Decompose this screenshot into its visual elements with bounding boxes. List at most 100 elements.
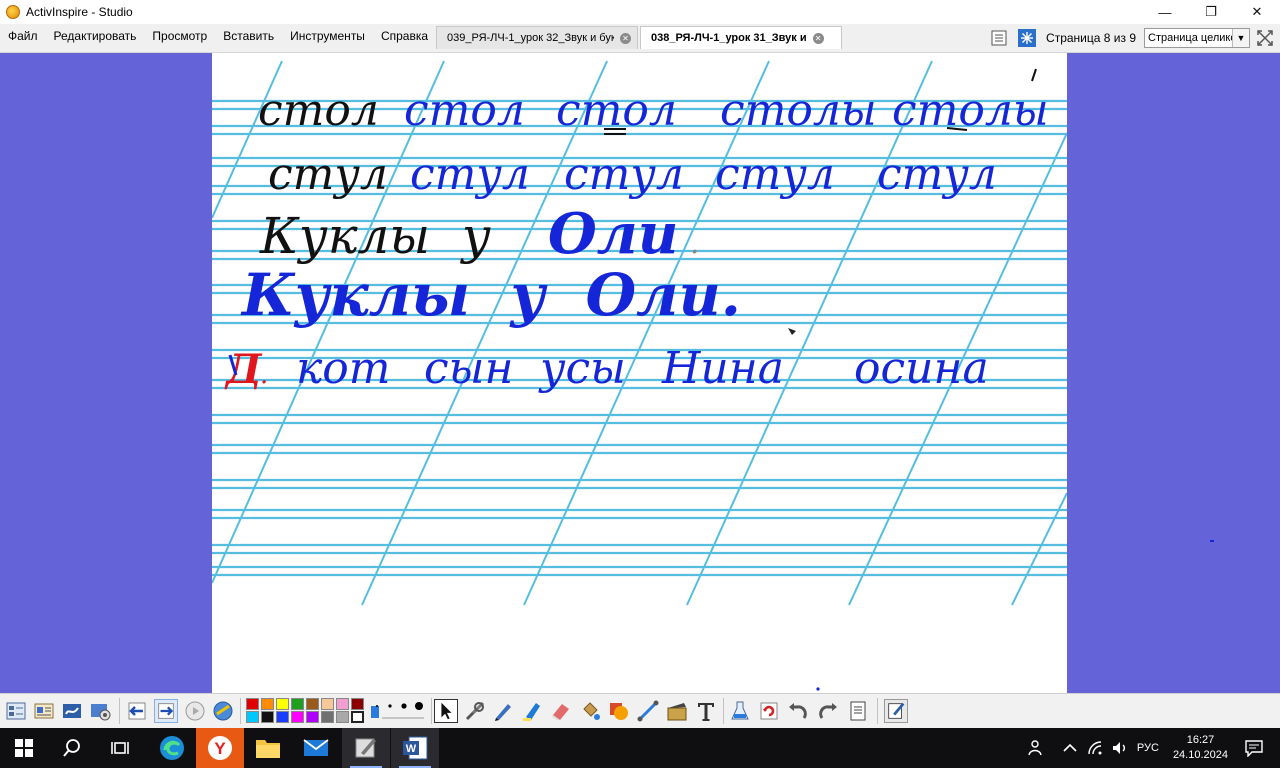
- word-icon: W: [403, 736, 428, 760]
- menu-insert[interactable]: Вставить: [215, 24, 282, 48]
- clip-icon[interactable]: [665, 699, 689, 723]
- main-menu-icon[interactable]: [32, 699, 56, 723]
- start-button[interactable]: [0, 728, 48, 768]
- handwriting-word: осина: [854, 343, 989, 394]
- select-icon[interactable]: [434, 699, 458, 723]
- taskbar-word[interactable]: W: [391, 728, 439, 768]
- ink-dash: [1210, 540, 1214, 542]
- dual-user-icon[interactable]: [1018, 29, 1037, 47]
- chevron-up-icon[interactable]: [1063, 743, 1077, 753]
- menu-file[interactable]: Файл: [0, 24, 46, 48]
- color-swatch[interactable]: [336, 711, 349, 723]
- connector-icon[interactable]: [636, 699, 660, 723]
- eraser-icon[interactable]: [549, 699, 573, 723]
- task-view-icon: [111, 742, 129, 754]
- extra-icon[interactable]: [884, 699, 908, 723]
- dictation-marker-dot: .: [260, 360, 268, 390]
- wifi-icon[interactable]: [1087, 740, 1103, 756]
- tab-flipchart-039[interactable]: 039_РЯ-ЛЧ-1_урок 32_Звук и бук ✕: [436, 26, 638, 49]
- minimize-button[interactable]: —: [1142, 0, 1188, 24]
- pen-icon[interactable]: [491, 699, 515, 723]
- reset-icon[interactable]: [757, 699, 781, 723]
- menu-view[interactable]: Просмотр: [144, 24, 215, 48]
- page-notes-icon[interactable]: [990, 29, 1008, 47]
- menu-edit[interactable]: Редактировать: [46, 24, 145, 48]
- handwriting-word: Оли: [548, 201, 678, 267]
- shape-icon[interactable]: [607, 699, 631, 723]
- fill-icon[interactable]: [578, 699, 602, 723]
- tool-settings-icon[interactable]: [88, 699, 112, 723]
- close-tab-icon[interactable]: ✕: [620, 32, 631, 44]
- handwriting-word: стул: [715, 149, 835, 200]
- color-swatch[interactable]: [306, 698, 319, 710]
- taskbar-yandex[interactable]: Y: [196, 728, 244, 768]
- highlighter-icon[interactable]: [520, 699, 544, 723]
- menu-help[interactable]: Справка: [373, 24, 436, 48]
- taskbar-activinspire[interactable]: [342, 728, 390, 768]
- clock[interactable]: 16:27 24.10.2024: [1173, 733, 1228, 763]
- chevron-down-icon[interactable]: ▼: [1232, 29, 1249, 47]
- desktop-annotate-icon[interactable]: [211, 699, 235, 723]
- taskbar-mail[interactable]: [292, 728, 340, 768]
- fullscreen-icon[interactable]: [1256, 29, 1274, 47]
- redo-icon[interactable]: [816, 699, 840, 723]
- task-view-button[interactable]: [96, 728, 144, 768]
- notifications-icon[interactable]: [1244, 739, 1264, 757]
- page-indicator: Страница 8 из 9: [1046, 31, 1136, 45]
- resources-icon[interactable]: [463, 699, 487, 723]
- color-swatch[interactable]: [246, 698, 259, 710]
- color-swatch[interactable]: [321, 698, 334, 710]
- search-icon: [63, 739, 80, 757]
- color-swatch[interactable]: [291, 698, 304, 710]
- pen-width-picker[interactable]: [372, 699, 428, 723]
- ruled-paper: стол стол стол столы столы стул стул сту…: [212, 60, 1067, 691]
- tab-label: 038_РЯ-ЛЧ-1_урок 31_Звук и: [651, 32, 807, 44]
- flipchart-page[interactable]: стол стол стол столы столы стул стул сту…: [212, 53, 1067, 693]
- undo-icon[interactable]: [786, 699, 810, 723]
- ink-dot: [816, 687, 820, 691]
- color-swatch[interactable]: [276, 711, 289, 723]
- system-tray: РУС 16:27 24.10.2024: [1027, 728, 1280, 768]
- yandex-browser-icon: Y: [208, 736, 232, 760]
- close-button[interactable]: ✕: [1234, 0, 1280, 24]
- handwriting-word: сын: [424, 343, 513, 394]
- clock-date: 24.10.2024: [1172, 749, 1228, 761]
- handwriting-word: стул: [268, 149, 388, 200]
- clear-icon[interactable]: [728, 699, 752, 723]
- zoom-select[interactable]: Страница целиком ▼: [1144, 28, 1250, 48]
- windows-logo-icon: [15, 739, 33, 757]
- color-swatch[interactable]: [261, 698, 274, 710]
- color-swatch[interactable]: [321, 711, 334, 723]
- menu-tools[interactable]: Инструменты: [282, 24, 373, 48]
- language-indicator[interactable]: РУС: [1137, 742, 1159, 754]
- volume-icon[interactable]: [1111, 740, 1129, 756]
- color-swatch[interactable]: [291, 711, 304, 723]
- handwriting-word: усы: [538, 343, 626, 394]
- activinspire-icon: [355, 738, 376, 758]
- tab-flipchart-038[interactable]: 038_РЯ-ЛЧ-1_урок 31_Звук и ✕: [640, 26, 842, 49]
- color-swatch[interactable]: [351, 698, 364, 710]
- color-swatch[interactable]: [306, 711, 319, 723]
- color-swatch[interactable]: [261, 711, 274, 723]
- taskbar-edge[interactable]: [148, 728, 196, 768]
- color-swatch[interactable]: [246, 711, 259, 723]
- taskbar-explorer[interactable]: [244, 728, 292, 768]
- page-icon[interactable]: [846, 699, 870, 723]
- pen-options-icon[interactable]: [60, 699, 84, 723]
- maximize-button[interactable]: ❐: [1188, 0, 1234, 24]
- flipchart-browser-icon[interactable]: [4, 699, 28, 723]
- handwriting-word: кот: [296, 343, 391, 394]
- color-swatch[interactable]: [336, 698, 349, 710]
- pointer-mark: [788, 328, 796, 335]
- people-icon[interactable]: [1027, 739, 1045, 757]
- close-tab-icon[interactable]: ✕: [812, 32, 824, 44]
- next-page-icon[interactable]: [154, 699, 178, 723]
- text-icon[interactable]: [694, 699, 718, 723]
- color-swatch[interactable]: [276, 698, 289, 710]
- play-icon[interactable]: [183, 699, 207, 723]
- handwriting-sentence: Куклы у Оли.: [240, 261, 741, 329]
- title-bar: ActivInspire - Studio — ❐ ✕: [0, 0, 1280, 24]
- color-swatch[interactable]: [351, 711, 364, 723]
- previous-page-icon[interactable]: [125, 699, 149, 723]
- search-button[interactable]: [48, 728, 96, 768]
